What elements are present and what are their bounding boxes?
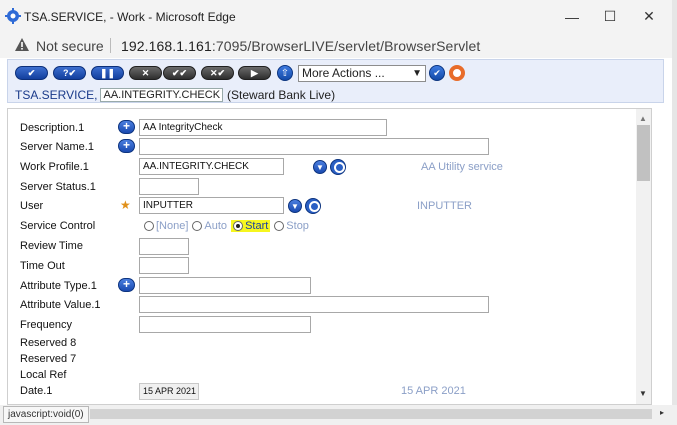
status-bar: javascript:void(0) ▸ xyxy=(0,405,677,425)
app-gear-icon xyxy=(5,8,21,24)
scroll-up-icon[interactable]: ▲ xyxy=(639,114,647,123)
reverse-button[interactable]: ✕✔ xyxy=(201,66,234,80)
reserved-8-label: Reserved 8 xyxy=(20,337,77,349)
service-control-stop-radio[interactable]: Stop xyxy=(274,220,309,232)
service-control-none-radio[interactable]: [None] xyxy=(144,220,188,232)
chevron-down-icon: ▼ xyxy=(412,68,422,79)
address-divider xyxy=(110,38,111,53)
go-button[interactable]: ✔ xyxy=(429,65,445,81)
vertical-scrollbar[interactable]: ▲ ▼ xyxy=(636,109,651,404)
url-path: :7095/BrowserLIVE/servlet/BrowserServlet xyxy=(211,38,481,54)
service-control-auto-radio[interactable]: Auto xyxy=(192,220,227,232)
horizontal-scrollbar[interactable] xyxy=(90,409,652,419)
radio-circle-icon xyxy=(192,221,203,231)
close-button[interactable]: ✕ xyxy=(629,0,669,33)
scroll-thumb[interactable] xyxy=(637,125,650,181)
attribute-value-label: Attribute Value.1 xyxy=(20,299,101,311)
description-label: Description.1 xyxy=(20,122,85,134)
date-field[interactable]: 15 APR 2021 xyxy=(139,383,199,400)
expand-server-name-button[interactable]: + xyxy=(118,139,135,153)
radio-label-start: Start xyxy=(245,220,269,232)
form-content: Description.1 + AA IntegrityCheck Server… xyxy=(7,108,652,405)
attribute-type-field[interactable] xyxy=(139,277,311,294)
server-name-field[interactable] xyxy=(139,138,489,155)
validate-button[interactable]: ?✔ xyxy=(53,66,86,80)
server-status-field[interactable] xyxy=(139,178,199,195)
company-name: (Steward Bank Live) xyxy=(227,88,336,102)
maximize-button[interactable]: ☐ xyxy=(590,0,630,33)
title-bar: TSA.SERVICE, - Work - Microsoft Edge — ☐… xyxy=(0,0,677,33)
url-host: 192.168.1.161 xyxy=(121,38,212,54)
time-out-field[interactable] xyxy=(139,257,189,274)
attribute-value-field[interactable] xyxy=(139,296,489,313)
service-control-start-radio[interactable]: Start xyxy=(231,220,271,232)
toolbar-frame: ✔ ?✔ ❚❚ ✕ ✔✔ ✕✔ ▶ ⇧ More Actions ... ▼ ✔… xyxy=(7,59,664,103)
record-id: AA.INTEGRITY.CHECK xyxy=(100,88,224,102)
expand-attribute-type-button[interactable]: + xyxy=(118,278,135,292)
address-bar[interactable]: Not secure 192.168.1.161:7095/BrowserLIV… xyxy=(0,33,677,58)
description-field[interactable]: AA IntegrityCheck xyxy=(139,119,387,136)
work-profile-dropdown-icon[interactable]: ▼ xyxy=(313,160,327,174)
radio-circle-icon xyxy=(144,221,154,231)
commit-button[interactable]: ✔ xyxy=(15,66,48,80)
service-control-radio-group: [None] Auto Start Stop xyxy=(144,220,313,232)
browser-window: TSA.SERVICE, - Work - Microsoft Edge — ☐… xyxy=(0,0,677,425)
reserved-7-label: Reserved 7 xyxy=(20,353,77,365)
radio-label-none: [None] xyxy=(156,220,189,232)
date-label: Date.1 xyxy=(20,385,53,397)
time-out-label: Time Out xyxy=(20,260,65,272)
more-actions-select[interactable]: More Actions ... ▼ xyxy=(298,65,426,82)
delete-button[interactable]: ✕ xyxy=(129,66,162,80)
scroll-right-icon[interactable]: ▸ xyxy=(660,408,664,417)
authorise-button[interactable]: ✔✔ xyxy=(163,66,196,80)
work-profile-label: Work Profile.1 xyxy=(20,161,89,173)
attribute-type-label: Attribute Type.1 xyxy=(20,280,97,292)
more-actions-value: More Actions ... xyxy=(302,66,385,80)
user-enrichment: INPUTTER xyxy=(417,200,472,212)
security-status[interactable]: Not secure xyxy=(36,38,104,54)
frequency-label: Frequency xyxy=(20,319,72,331)
hold-button[interactable]: ❚❚ xyxy=(91,66,124,80)
work-profile-lookup-icon[interactable] xyxy=(330,159,346,175)
warning-icon[interactable] xyxy=(14,37,30,52)
window-edge xyxy=(672,0,677,405)
required-star-icon: ★ xyxy=(120,198,131,212)
next-button[interactable]: ▶ xyxy=(238,66,271,80)
user-dropdown-icon[interactable]: ▼ xyxy=(288,199,302,213)
radio-label-stop: Stop xyxy=(286,220,309,232)
user-lookup-icon[interactable] xyxy=(305,198,321,214)
radio-circle-icon xyxy=(274,221,285,231)
user-field[interactable]: INPUTTER xyxy=(139,197,284,214)
server-status-label: Server Status.1 xyxy=(20,181,96,193)
radio-label-auto: Auto xyxy=(204,220,228,232)
review-time-field[interactable] xyxy=(139,238,189,255)
service-control-label: Service Control xyxy=(20,220,96,232)
server-name-label: Server Name.1 xyxy=(20,141,94,153)
work-profile-field[interactable]: AA.INTEGRITY.CHECK xyxy=(139,158,284,175)
work-profile-enrichment: AA Utility service xyxy=(421,161,503,173)
window-title: TSA.SERVICE, - Work - Microsoft Edge xyxy=(24,10,236,24)
radio-selected-icon xyxy=(233,221,244,231)
up-arrow-icon[interactable]: ⇧ xyxy=(277,65,293,81)
help-lifebuoy-icon[interactable] xyxy=(449,65,465,81)
breadcrumb: TSA.SERVICE, AA.INTEGRITY.CHECK (Steward… xyxy=(15,88,335,102)
scroll-down-icon[interactable]: ▼ xyxy=(639,389,647,398)
frequency-field[interactable] xyxy=(139,316,311,333)
review-time-label: Review Time xyxy=(20,240,83,252)
minimize-button[interactable]: — xyxy=(552,0,592,33)
status-text: javascript:void(0) xyxy=(3,406,89,423)
user-label: User xyxy=(20,200,44,212)
expand-description-button[interactable]: + xyxy=(118,120,135,134)
application-name: TSA.SERVICE, xyxy=(15,88,98,102)
date-enrichment: 15 APR 2021 xyxy=(401,385,466,397)
local-ref-label: Local Ref xyxy=(20,369,67,381)
url-text[interactable]: 192.168.1.161:7095/BrowserLIVE/servlet/B… xyxy=(121,38,480,54)
